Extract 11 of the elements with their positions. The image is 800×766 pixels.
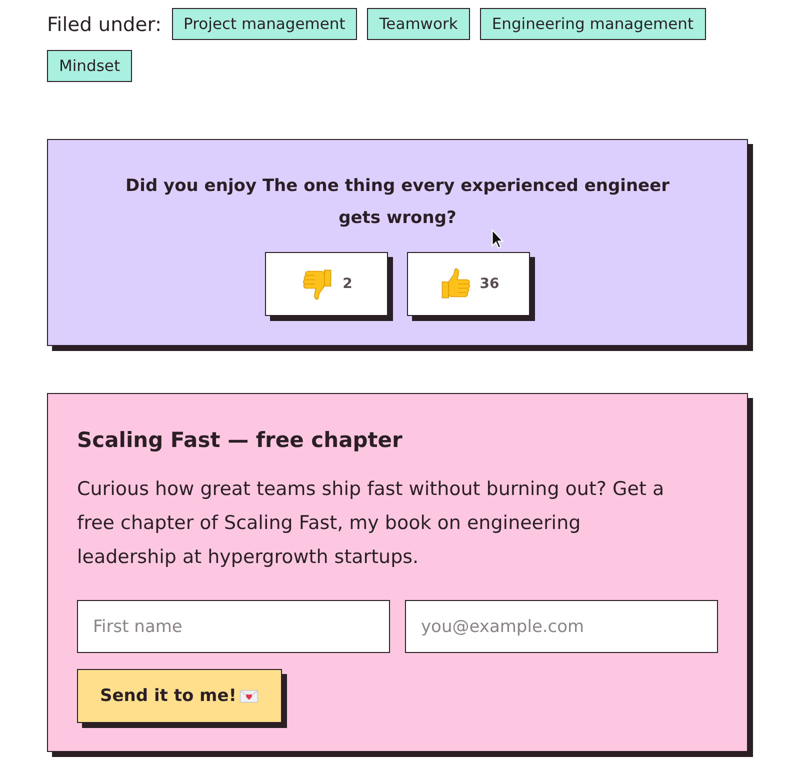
feedback-question: Did you enjoy The one thing every experienced engineer gets wrong?: [124, 175, 670, 230]
tag-link[interactable]: Project management: [172, 8, 358, 40]
tag-link[interactable]: Mindset: [47, 50, 132, 82]
tag-link[interactable]: Teamwork: [367, 8, 470, 40]
mouse-pointer-icon: [491, 229, 504, 249]
signup-description: Curious how great teams ship fast without burning out? Get a free chapter of Scaling Fast, my book on engineering leadership at hypergrowth startups.: [77, 477, 666, 570]
email-field[interactable]: you@example.com: [405, 600, 718, 653]
filed-under-label: Filed under:: [47, 12, 162, 36]
tag-link[interactable]: Engineering management: [480, 8, 706, 40]
signup-title: Scaling Fast — free chapter: [77, 427, 402, 454]
first-name-field[interactable]: First name: [77, 600, 390, 653]
